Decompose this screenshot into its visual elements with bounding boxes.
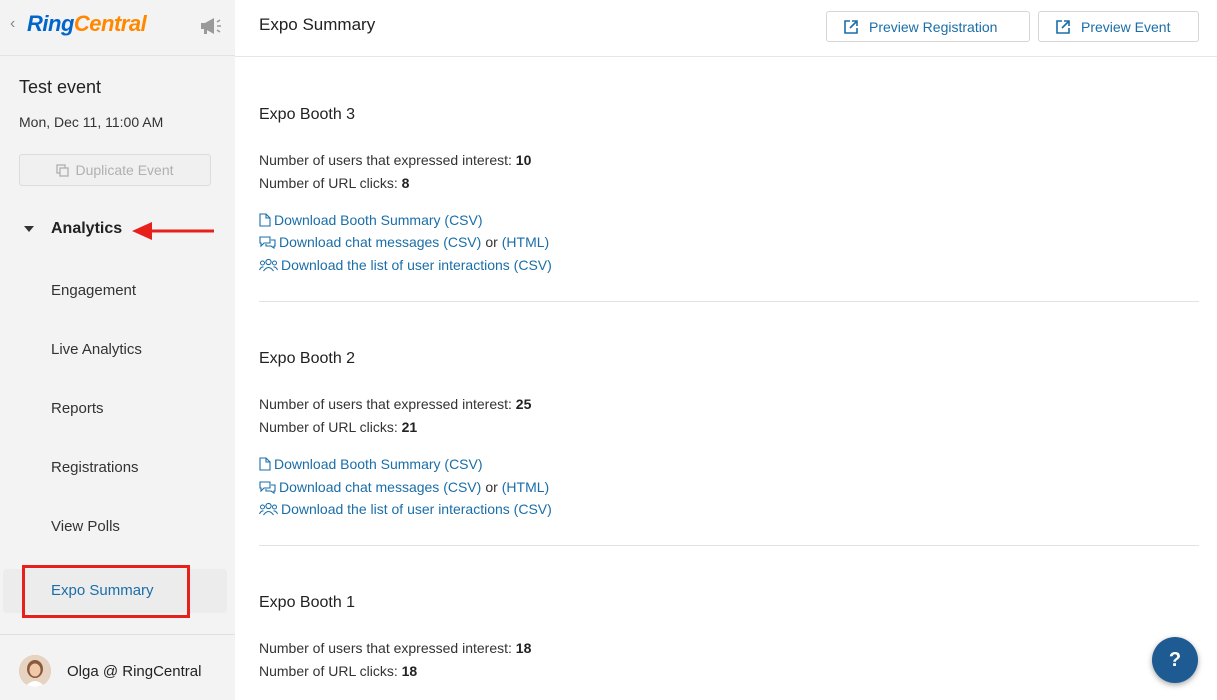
logo-central-text: Central [73, 11, 147, 36]
sidebar: ‹ RingCentral Test event Mon, Dec 11, 11… [0, 0, 235, 700]
preview-registration-button[interactable]: Preview Registration [826, 11, 1030, 42]
download-chat-html-link[interactable]: (HTML) [502, 479, 549, 495]
megaphone-icon[interactable] [199, 16, 223, 36]
download-booth-summary-row: Download Booth Summary (CSV) [259, 212, 483, 228]
download-chat-row: Download chat messages (CSV) or (HTML) [259, 479, 549, 495]
download-chat-html-link[interactable]: (HTML) [502, 234, 549, 250]
interest-stat: Number of users that expressed interest:… [259, 152, 531, 168]
url-clicks-stat: Number of URL clicks: 8 [259, 175, 409, 191]
url-clicks-value: 18 [401, 663, 418, 679]
brand-bar: ‹ RingCentral [0, 0, 235, 56]
users-icon [259, 502, 278, 516]
download-chat-csv-link[interactable]: Download chat messages (CSV) [279, 234, 481, 250]
download-interactions-row: Download the list of user interactions (… [259, 501, 552, 517]
preview-event-button[interactable]: Preview Event [1038, 11, 1199, 42]
download-interactions-link[interactable]: Download the list of user interactions (… [281, 257, 552, 273]
or-text: or [485, 234, 498, 250]
interest-label: Number of users that expressed interest: [259, 152, 512, 168]
external-link-icon [844, 19, 858, 34]
interest-label: Number of users that expressed interest: [259, 396, 512, 412]
interest-value: 25 [515, 396, 532, 412]
url-clicks-value: 21 [401, 419, 418, 435]
help-icon: ? [1168, 648, 1182, 671]
ringcentral-logo[interactable]: RingCentral [27, 11, 147, 37]
url-clicks-label: Number of URL clicks: [259, 419, 398, 435]
section-divider [259, 545, 1199, 546]
sidebar-item-registrations[interactable]: Registrations [51, 459, 139, 476]
file-icon [259, 213, 271, 227]
back-chevron-icon[interactable]: ‹ [10, 15, 15, 33]
help-button[interactable]: ? [1152, 637, 1198, 683]
chat-icon [259, 236, 276, 249]
sidebar-item-live-analytics[interactable]: Live Analytics [51, 341, 142, 358]
duplicate-event-button[interactable]: Duplicate Event [19, 154, 211, 186]
interest-value: 10 [515, 152, 532, 168]
page-header: Expo Summary Preview Registration Previe… [235, 0, 1217, 57]
annotation-highlight-box [22, 565, 190, 618]
sidebar-item-engagement[interactable]: Engagement [51, 282, 136, 299]
booth-title: Expo Booth 1 [259, 594, 356, 611]
event-title: Test event [19, 77, 102, 97]
preview-registration-label: Preview Registration [869, 18, 998, 35]
section-divider [259, 301, 1199, 302]
duplicate-event-label: Duplicate Event [75, 162, 174, 178]
booth-title: Expo Booth 2 [259, 350, 356, 367]
avatar[interactable] [19, 655, 51, 687]
file-icon [259, 457, 271, 471]
annotation-arrow [132, 222, 214, 240]
url-clicks-label: Number of URL clicks: [259, 175, 398, 191]
users-icon [259, 258, 278, 272]
avatar-image [19, 655, 51, 687]
download-interactions-row: Download the list of user interactions (… [259, 257, 552, 273]
logo-ring-text: Ring [27, 11, 74, 36]
copy-icon [56, 163, 70, 177]
page-title: Expo Summary [259, 15, 376, 34]
url-clicks-value: 8 [401, 175, 410, 191]
event-date: Mon, Dec 11, 11:00 AM [19, 114, 164, 130]
url-clicks-stat: Number of URL clicks: 21 [259, 419, 417, 435]
download-booth-summary-link[interactable]: Download Booth Summary (CSV) [274, 456, 483, 472]
analytics-label: Analytics [51, 220, 123, 237]
analytics-section-toggle[interactable]: Analytics [24, 220, 122, 238]
interest-stat: Number of users that expressed interest:… [259, 396, 531, 412]
download-interactions-link[interactable]: Download the list of user interactions (… [281, 501, 552, 517]
download-chat-row: Download chat messages (CSV) or (HTML) [259, 234, 549, 250]
url-clicks-stat: Number of URL clicks: 18 [259, 663, 417, 679]
external-link-icon [1056, 19, 1070, 34]
preview-event-label: Preview Event [1081, 18, 1171, 35]
sidebar-item-view-polls[interactable]: View Polls [51, 518, 120, 535]
download-booth-summary-link[interactable]: Download Booth Summary (CSV) [274, 212, 483, 228]
download-chat-csv-link[interactable]: Download chat messages (CSV) [279, 479, 481, 495]
expo-summary-content: Expo Booth 3 Number of users that expres… [235, 58, 1217, 700]
url-clicks-label: Number of URL clicks: [259, 663, 398, 679]
user-bar[interactable]: Olga @ RingCentral [0, 634, 235, 700]
user-name: Olga @ RingCentral [67, 663, 202, 680]
download-booth-summary-row: Download Booth Summary (CSV) [259, 456, 483, 472]
interest-label: Number of users that expressed interest: [259, 640, 512, 656]
chat-icon [259, 481, 276, 494]
booth-title: Expo Booth 3 [259, 106, 356, 123]
interest-value: 18 [515, 640, 532, 656]
or-text: or [485, 479, 498, 495]
sidebar-item-reports[interactable]: Reports [51, 400, 104, 417]
interest-stat: Number of users that expressed interest:… [259, 640, 531, 656]
caret-down-icon [24, 226, 34, 232]
